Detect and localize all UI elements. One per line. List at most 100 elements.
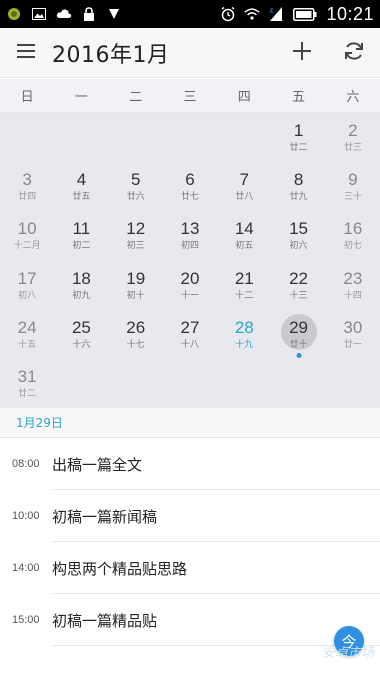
day-cell[interactable]: 22 十三 [271, 261, 325, 310]
weekday-label: 三 [183, 90, 197, 105]
weekday-label: 四 [237, 90, 251, 105]
lunar-date: 初九 [72, 290, 91, 301]
lunar-date: 初二 [72, 241, 91, 252]
day-cell[interactable]: 28 十九 [217, 310, 271, 359]
lunar-date: 十八 [180, 339, 199, 350]
day-cell[interactable]: 9 三十 [326, 162, 380, 211]
day-number: 8 [293, 170, 304, 190]
day-number: 13 [180, 219, 200, 239]
day-cell[interactable]: 25 十六 [54, 310, 108, 359]
day-cell[interactable]: 26 十七 [109, 310, 163, 359]
lunar-date: 廿三 [343, 143, 362, 154]
download-icon [106, 7, 122, 21]
day-cell[interactable]: 17 初八 [0, 261, 54, 310]
lunar-date: 初七 [343, 241, 362, 252]
lunar-date: 十四 [343, 290, 362, 301]
weekday-header: 日 一 二 三 四 五 六 [0, 79, 380, 113]
day-number: 15 [289, 219, 309, 239]
day-cell[interactable]: 13 初四 [163, 211, 217, 260]
day-number: 10 [17, 219, 37, 239]
day-cell[interactable]: 16 初七 [326, 211, 380, 260]
day-cell[interactable]: 7 廿八 [217, 162, 271, 211]
empty-day-cell [217, 113, 271, 162]
lunar-date: 十二月 [13, 241, 41, 252]
lunar-date: 初十 [126, 290, 145, 301]
day-cell[interactable]: 3 廿四 [0, 162, 54, 211]
lunar-date: 十二 [235, 290, 254, 301]
day-cell[interactable]: 18 初九 [54, 261, 108, 310]
day-cell[interactable]: 12 初三 [109, 211, 163, 260]
day-cell[interactable]: 21 十二 [217, 261, 271, 310]
day-number: 20 [180, 268, 200, 288]
event-list: 08:00 出稿一篇全文 10:00 初稿一篇新闻稿 14:00 构思两个精品贴… [0, 438, 380, 646]
day-number: 12 [126, 219, 146, 239]
day-cell[interactable]: 5 廿六 [109, 162, 163, 211]
menu-icon [16, 43, 36, 63]
lock-icon [81, 7, 97, 21]
lunar-date: 十三 [289, 290, 308, 301]
day-number: 31 [17, 366, 37, 386]
day-cell[interactable]: 10 十二月 [0, 211, 54, 260]
day-cell[interactable]: 14 初五 [217, 211, 271, 260]
lunar-date: 廿七 [180, 192, 199, 203]
app-notification-icon [6, 7, 22, 21]
event-item[interactable]: 08:00 出稿一篇全文 [0, 438, 380, 490]
day-cell[interactable]: 1 廿二 [271, 113, 325, 162]
event-title: 出稿一篇全文 [52, 455, 143, 474]
weekday-label: 日 [20, 90, 34, 105]
event-title: 构思两个精品贴思路 [52, 559, 188, 578]
empty-day-cell [217, 359, 271, 408]
day-cell[interactable]: 24 十五 [0, 310, 54, 359]
lunar-date: 廿十 [289, 339, 308, 350]
day-cell[interactable]: 2 廿三 [326, 113, 380, 162]
day-cell[interactable]: 11 初二 [54, 211, 108, 260]
lunar-date: 廿六 [126, 192, 145, 203]
day-number: 9 [348, 170, 358, 190]
event-item[interactable]: 10:00 初稿一篇新闻稿 [0, 490, 380, 542]
day-number: 30 [343, 317, 363, 337]
event-time: 08:00 [12, 458, 40, 470]
lunar-date: 初八 [18, 290, 37, 301]
day-number: 21 [234, 268, 254, 288]
day-cell[interactable]: 27 十八 [163, 310, 217, 359]
day-cell[interactable]: 4 廿五 [54, 162, 108, 211]
sync-button[interactable] [328, 28, 380, 78]
event-indicator-dot [296, 352, 302, 358]
menu-button[interactable] [0, 28, 52, 78]
day-cell[interactable]: 15 初六 [271, 211, 325, 260]
day-cell[interactable]: 20 十一 [163, 261, 217, 310]
event-item[interactable]: 15:00 初稿一篇精品贴 [0, 594, 380, 646]
day-cell[interactable]: 30 廿一 [326, 310, 380, 359]
signal-icon: E [268, 7, 284, 21]
day-cell[interactable]: 23 十四 [326, 261, 380, 310]
lunar-date: 初三 [126, 241, 145, 252]
lunar-date: 十五 [18, 339, 37, 350]
day-cell[interactable]: 8 廿九 [271, 162, 325, 211]
lunar-date: 廿一 [343, 339, 362, 350]
add-event-button[interactable] [276, 28, 328, 78]
day-number: 28 [234, 317, 254, 337]
day-cell[interactable]: 29 廿十 [271, 310, 325, 359]
day-cell[interactable]: 31 廿二 [0, 359, 54, 408]
lunar-date: 廿九 [289, 192, 308, 203]
day-cell[interactable]: 19 初十 [109, 261, 163, 310]
day-number: 5 [130, 170, 141, 190]
event-time: 10:00 [12, 510, 40, 522]
day-cell[interactable]: 6 廿七 [163, 162, 217, 211]
event-item[interactable]: 14:00 构思两个精品贴思路 [0, 542, 380, 594]
status-bar: E 10:21 [0, 0, 380, 28]
day-number: 6 [185, 170, 195, 190]
weekday-label: 二 [129, 90, 143, 105]
empty-day-cell [0, 113, 54, 162]
day-number: 22 [289, 268, 309, 288]
day-number: 24 [17, 317, 37, 337]
lunar-date: 廿五 [72, 192, 91, 203]
battery-icon [292, 7, 318, 21]
month-title[interactable]: 2016年1月 [52, 37, 170, 69]
clock-time: 10:21 [326, 3, 374, 24]
empty-day-cell [163, 113, 217, 162]
weekday-label: 一 [74, 90, 88, 105]
day-number: 19 [126, 268, 146, 288]
lunar-date: 初四 [180, 241, 199, 252]
day-number: 11 [72, 219, 91, 239]
